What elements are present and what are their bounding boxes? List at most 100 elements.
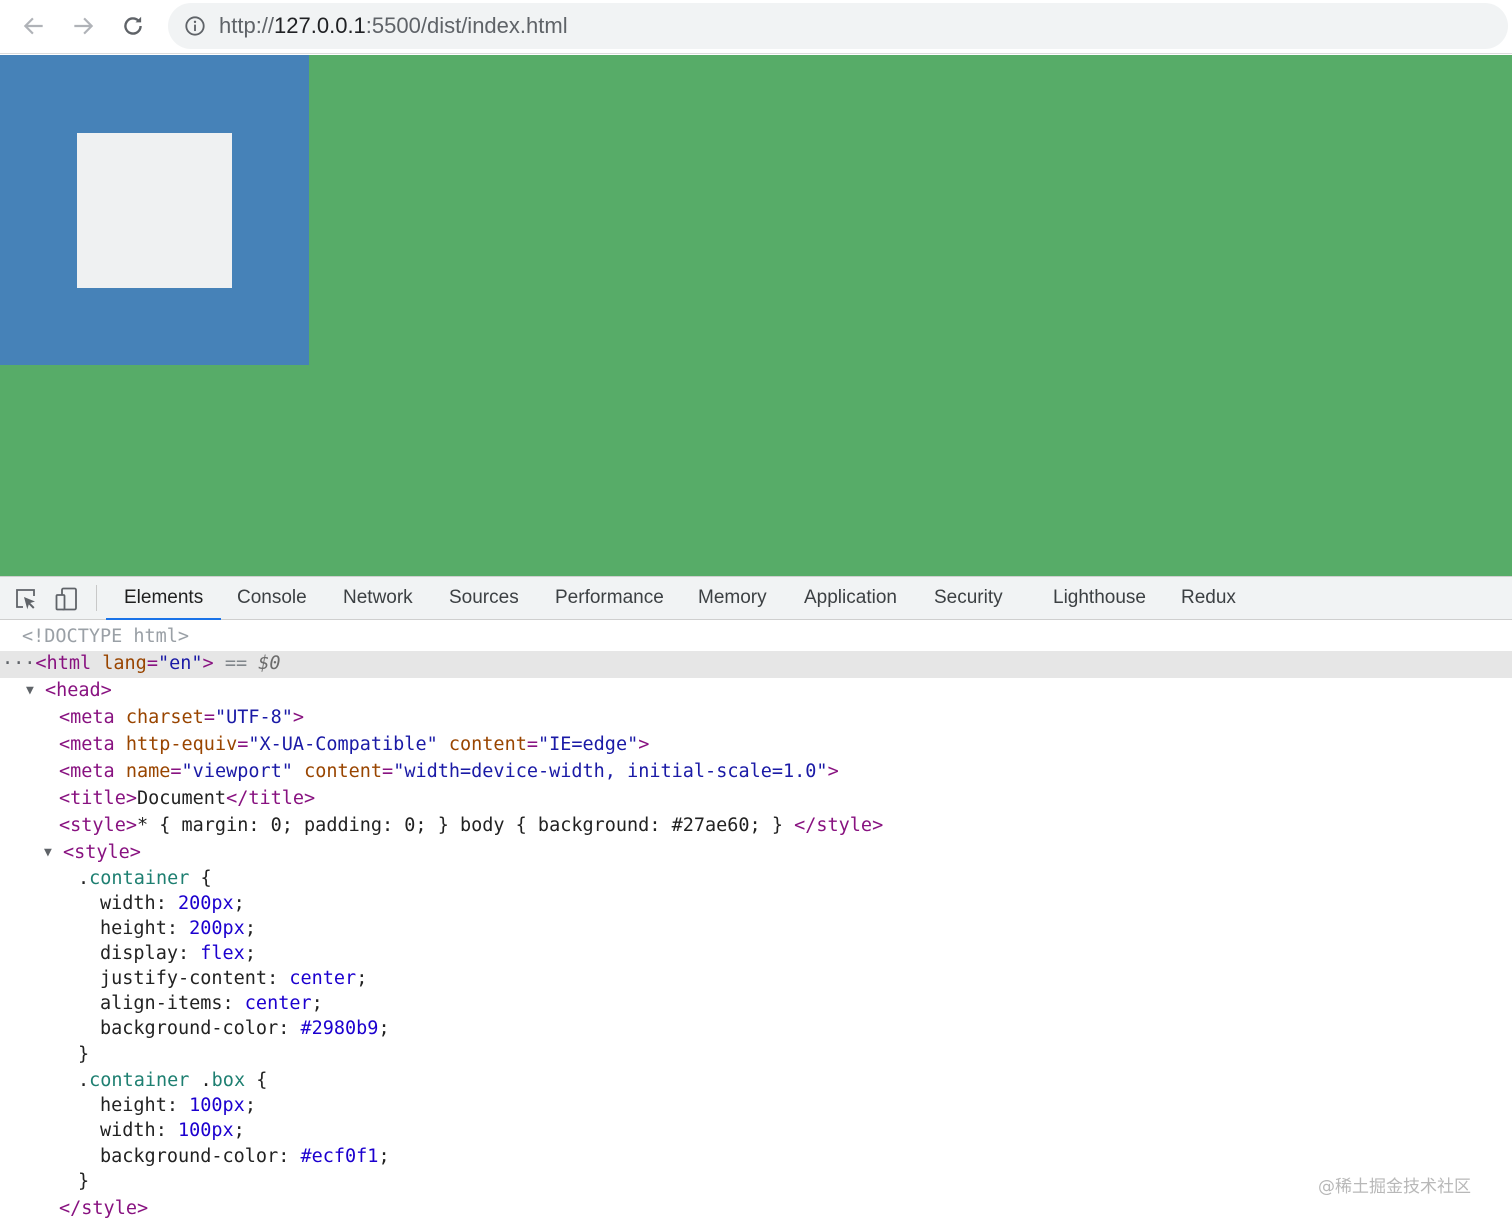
tab-redux[interactable]: Redux xyxy=(1181,577,1236,619)
css-decl-height: height: 200px; xyxy=(100,918,256,939)
title-tag: <title> xyxy=(59,788,137,809)
css-rule-box-selector: .container .box { xyxy=(78,1070,268,1091)
dom-node-html[interactable]: ···<html lang="en"> == $0 xyxy=(2,651,281,677)
url-scheme: http:// xyxy=(219,13,275,38)
dom-node-style-expanded[interactable]: ▼ <style> xyxy=(44,840,141,866)
css-selector: box xyxy=(211,1070,246,1091)
inspect-element-button[interactable] xyxy=(13,586,39,612)
browser-toolbar: http://127.0.0.1:5500/dist/index.html xyxy=(0,0,1512,54)
css-prop: height: xyxy=(100,918,190,939)
css-decl-display: display: flex; xyxy=(100,943,256,964)
css-prop: display: xyxy=(100,943,201,964)
html-tag: <html xyxy=(35,653,92,674)
devtools-panel: Elements Console Network Sources Perform… xyxy=(0,576,1512,1226)
meta-value: "viewport" xyxy=(181,761,293,782)
elements-tree: <!DOCTYPE html> ···<html lang="en"> == $… xyxy=(0,620,1512,1226)
style-close-tag: </style> xyxy=(794,815,884,836)
container-element xyxy=(0,55,309,365)
dom-node-meta-charset[interactable]: <meta charset="UTF-8"> xyxy=(59,705,304,731)
meta-value: "IE=edge" xyxy=(537,734,639,755)
meta-attr: content xyxy=(304,761,383,782)
tab-elements[interactable]: Elements xyxy=(105,577,222,620)
forward-arrow-icon xyxy=(74,17,94,35)
meta-attr: charset xyxy=(125,707,204,728)
expand-triangle-icon[interactable]: ▼ xyxy=(44,845,52,860)
tab-memory[interactable]: Memory xyxy=(698,577,767,619)
css-num: 200 xyxy=(177,893,212,914)
device-toggle-icon xyxy=(55,587,77,611)
style-text: * { margin: 0; padding: 0; } body { back… xyxy=(136,815,795,836)
meta-tag: <meta xyxy=(59,734,115,755)
dom-node-doctype[interactable]: <!DOCTYPE html> xyxy=(22,624,189,650)
console-ref-eq: == xyxy=(224,653,248,674)
tab-lighthouse[interactable]: Lighthouse xyxy=(1053,577,1146,619)
meta-tag: <meta xyxy=(59,761,115,782)
toolbar-divider xyxy=(96,585,97,611)
meta-attr: name xyxy=(125,761,171,782)
css-selector: container xyxy=(89,868,190,889)
devtools-tabbar: Elements Console Network Sources Perform… xyxy=(0,577,1512,620)
url-host: 127.0.0.1 xyxy=(274,13,366,38)
style-tag: <style> xyxy=(62,842,141,863)
html-lang-attr: lang xyxy=(102,653,147,674)
forward-button[interactable] xyxy=(65,8,101,44)
url-path: :5500/dist/index.html xyxy=(365,13,568,38)
css-value: #2980b9 xyxy=(300,1018,379,1039)
tab-network[interactable]: Network xyxy=(343,577,413,619)
device-toolbar-button[interactable] xyxy=(54,586,80,612)
html-tag-close: > xyxy=(202,653,214,674)
tab-console[interactable]: Console xyxy=(237,577,307,619)
box-element xyxy=(77,132,232,288)
dom-node-meta-viewport[interactable]: <meta name="viewport" content="width=dev… xyxy=(59,759,839,785)
title-text: Document xyxy=(136,788,227,809)
dom-node-head[interactable]: ▼ <head> xyxy=(26,678,112,704)
style-close-tag: </style> xyxy=(59,1198,149,1219)
css-decl-align: align-items: center; xyxy=(100,993,323,1014)
meta-close: > xyxy=(827,761,839,782)
css-unit: px xyxy=(222,918,245,939)
watermark-text: @稀土掘金技术社区 xyxy=(1318,1177,1471,1197)
html-lang-value: "en" xyxy=(157,653,203,674)
dom-node-meta-http-equiv[interactable]: <meta http-equiv="X-UA-Compatible" conte… xyxy=(59,732,649,758)
dom-node-style-inline[interactable]: <style>* { margin: 0; padding: 0; } body… xyxy=(59,813,883,839)
css-value: #ecf0f1 xyxy=(300,1146,379,1167)
css-decl-width: width: 200px; xyxy=(100,893,245,914)
css-prop: align-items: xyxy=(100,993,245,1014)
back-button[interactable] xyxy=(16,8,52,44)
reload-icon xyxy=(124,16,142,35)
style-tag: <style> xyxy=(59,815,137,836)
css-prop: background-color: xyxy=(100,1018,301,1039)
css-num: 100 xyxy=(189,1095,223,1116)
tab-application[interactable]: Application xyxy=(804,577,897,619)
tab-performance[interactable]: Performance xyxy=(555,577,664,619)
css-unit: px xyxy=(222,1095,245,1116)
css-value: center xyxy=(289,968,357,989)
inspect-element-icon xyxy=(16,589,35,610)
css-value: center xyxy=(244,993,312,1014)
url-text[interactable]: http://127.0.0.1:5500/dist/index.html xyxy=(219,13,568,39)
meta-close: > xyxy=(292,707,305,728)
tab-sources[interactable]: Sources xyxy=(449,577,519,619)
css-prop: width: xyxy=(100,893,178,914)
css-decl-box-bg: background-color: #ecf0f1; xyxy=(100,1146,390,1167)
css-value: flex xyxy=(200,943,245,964)
dom-node-style-close[interactable]: </style> xyxy=(59,1196,148,1222)
css-num: 100 xyxy=(177,1120,212,1141)
address-bar[interactable]: http://127.0.0.1:5500/dist/index.html xyxy=(168,3,1508,49)
css-decl-justify: justify-content: center; xyxy=(100,968,368,989)
meta-attr: http-equiv xyxy=(125,734,238,755)
more-dots-icon[interactable]: ··· xyxy=(2,653,35,674)
head-tag: <head> xyxy=(44,680,112,701)
meta-value: "width=device-width, initial-scale=1.0" xyxy=(393,761,828,782)
meta-close: > xyxy=(638,734,650,755)
reload-button[interactable] xyxy=(115,8,151,44)
expand-triangle-icon[interactable]: ▼ xyxy=(26,683,34,698)
info-icon[interactable] xyxy=(184,15,206,37)
tab-security[interactable]: Security xyxy=(934,577,1003,619)
css-prop: justify-content: xyxy=(100,968,290,989)
meta-value: "X-UA-Compatible" xyxy=(248,734,438,755)
css-prop: width: xyxy=(100,1120,178,1141)
dom-node-title[interactable]: <title>Document</title> xyxy=(59,786,315,812)
meta-value: "UTF-8" xyxy=(214,707,293,728)
css-prop: height: xyxy=(100,1095,190,1116)
